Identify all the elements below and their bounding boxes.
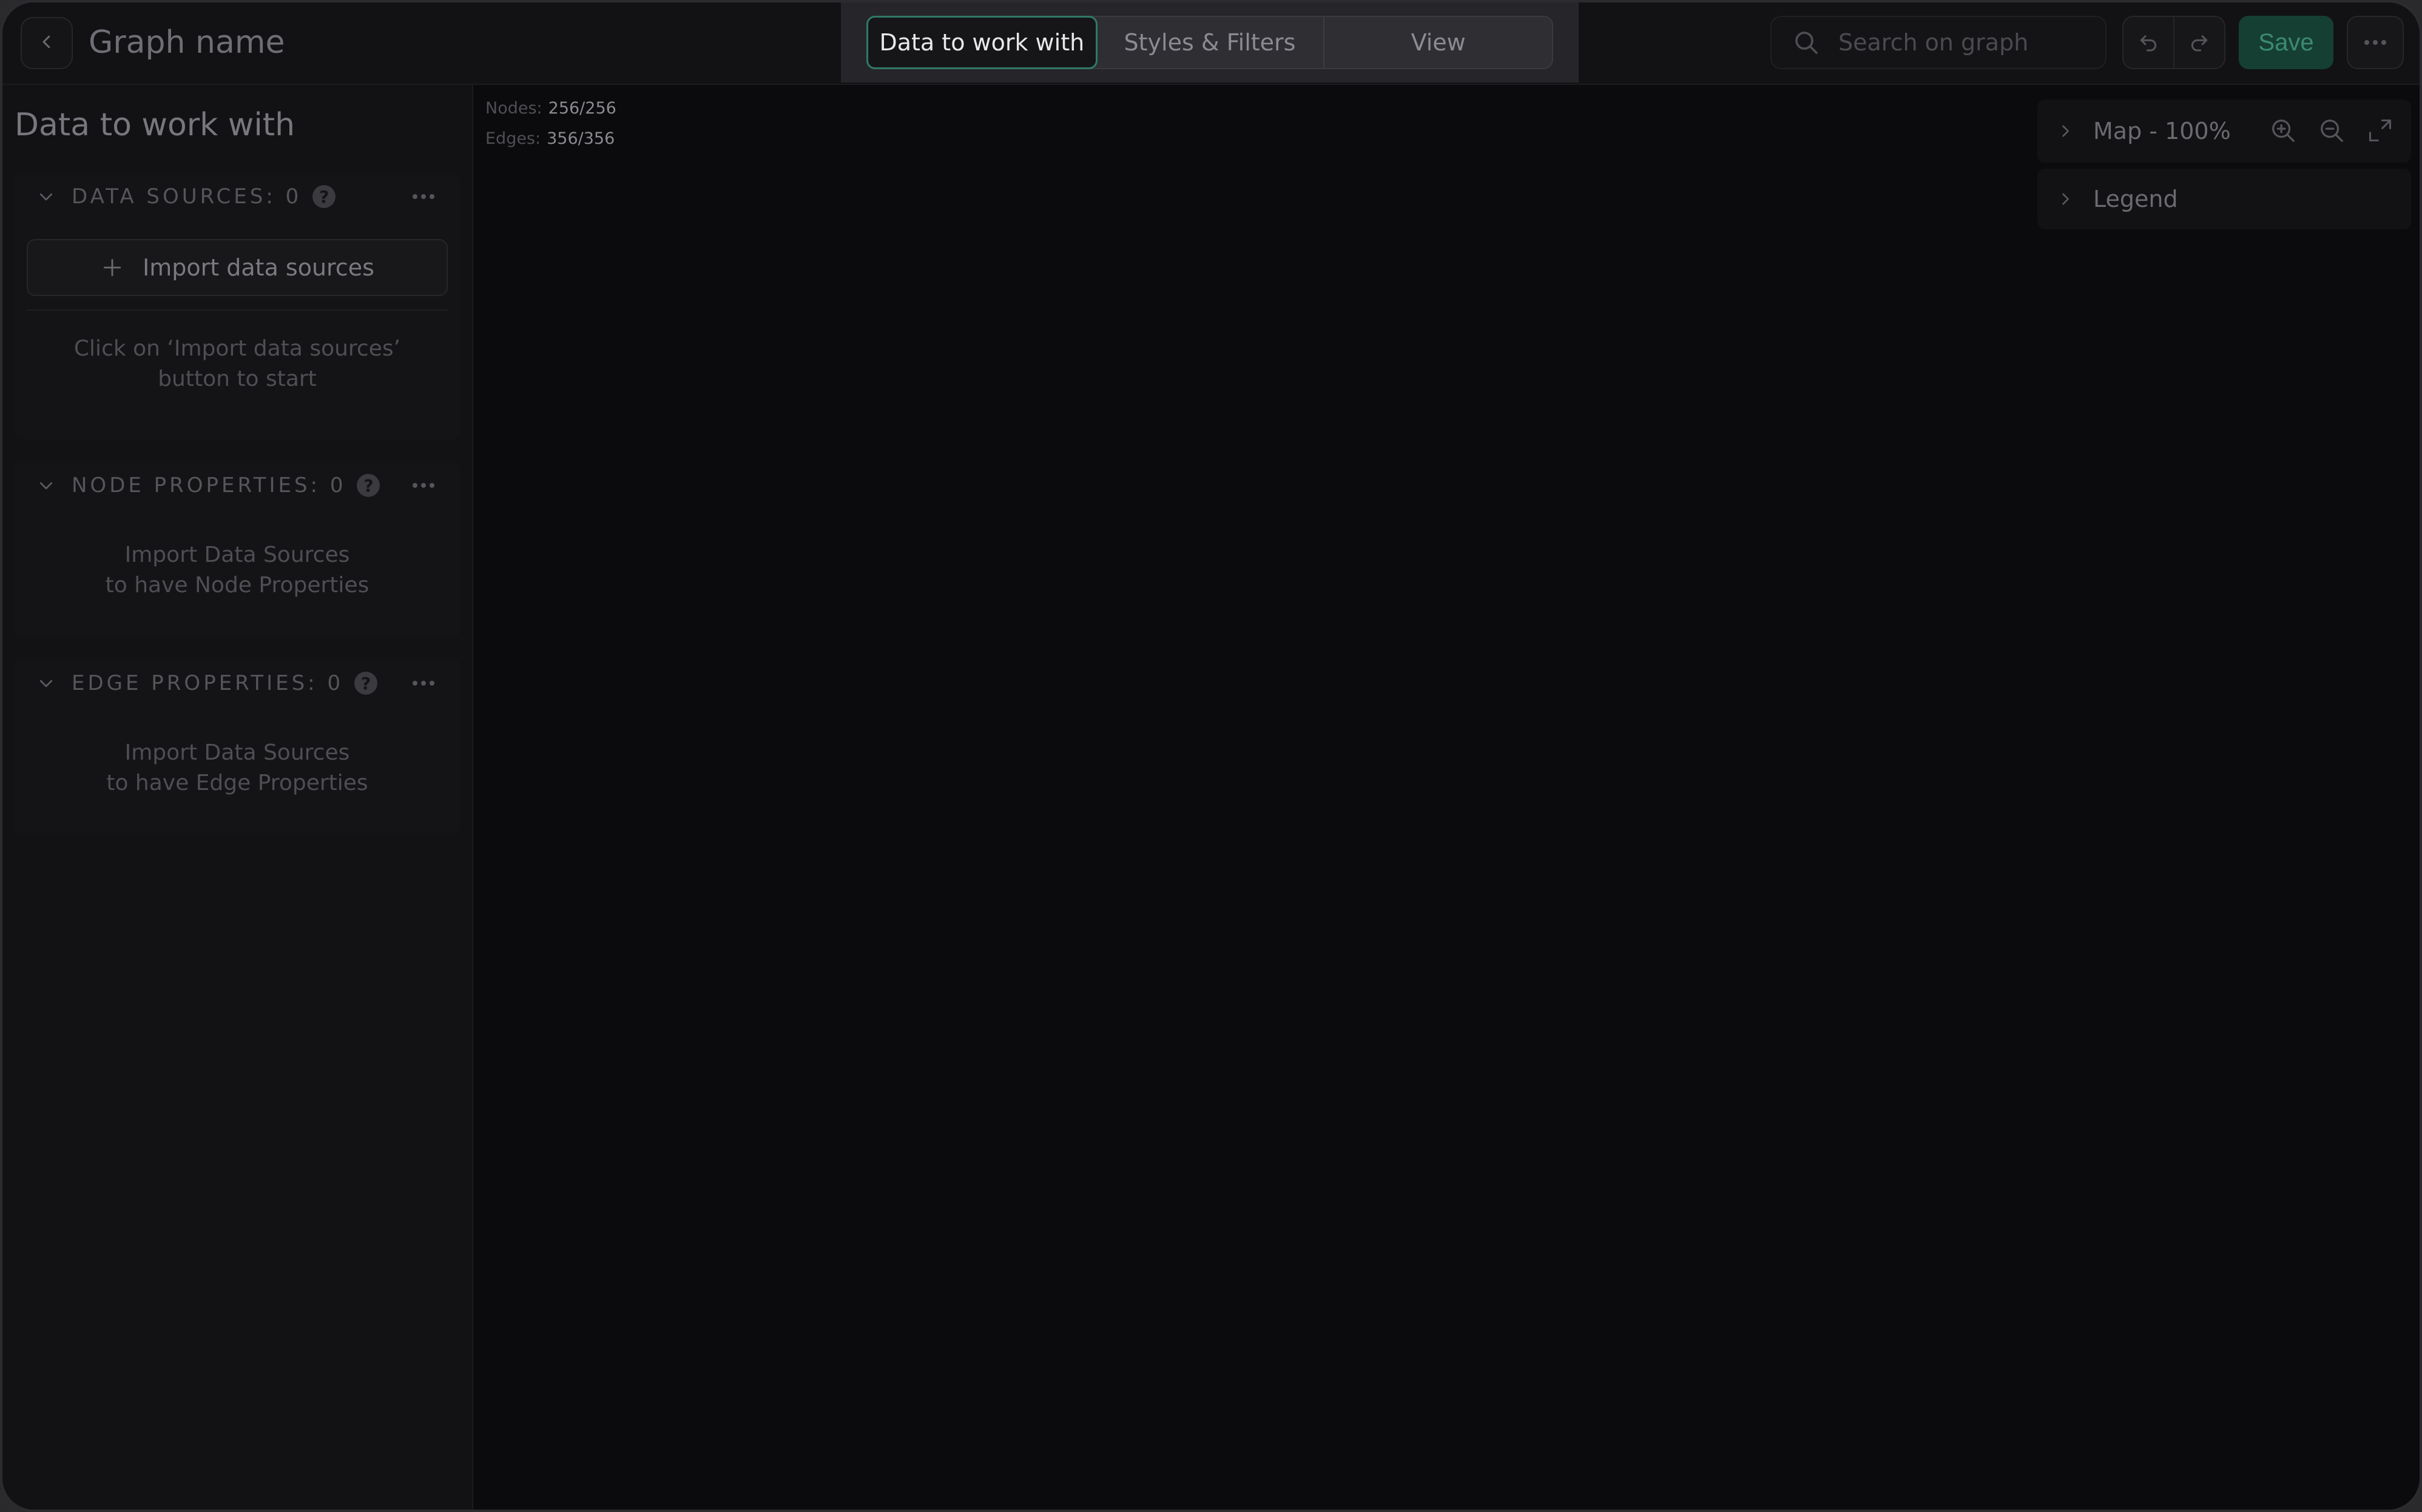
- nodes-label: Nodes:: [485, 99, 542, 118]
- node-properties-header[interactable]: NODE PROPERTIES: 0 ?: [15, 461, 460, 510]
- data-sources-header[interactable]: DATA SOURCES: 0 ?: [15, 172, 460, 221]
- graph-stats: Nodes: 256/256 Edges: 356/356: [485, 93, 616, 154]
- edge-properties-hint-line2: to have Edge Properties: [106, 771, 368, 795]
- data-sources-hint: Click on ‘Import data sources’ button to…: [73, 336, 401, 391]
- data-sources-panel: DATA SOURCES: 0 ? Import data sources Cl…: [15, 172, 460, 439]
- plus-icon: [100, 255, 124, 280]
- search-icon: [1790, 26, 1823, 59]
- tab-data-to-work-with[interactable]: Data to work with: [866, 16, 1098, 69]
- tabs-container: Data to work with Styles & Filters View: [841, 2, 1579, 83]
- help-icon[interactable]: ?: [312, 185, 336, 208]
- edge-properties-hint-line1: Import Data Sources: [124, 740, 350, 765]
- edges-value: 356/356: [547, 129, 615, 148]
- app-window: Graph name Data to work with Styles & Fi…: [0, 0, 2422, 1512]
- help-icon[interactable]: ?: [354, 672, 378, 695]
- top-bar: Graph name Data to work with Styles & Fi…: [2, 2, 2420, 85]
- map-label[interactable]: Map - 100%: [2093, 118, 2231, 144]
- tab-view[interactable]: View: [1324, 17, 1552, 68]
- tab-styles-filters[interactable]: Styles & Filters: [1096, 17, 1325, 68]
- edge-properties-hint: Import Data Sources to have Edge Propert…: [39, 738, 436, 798]
- more-horizontal-icon: [413, 194, 434, 199]
- zoom-in-icon[interactable]: [2268, 115, 2298, 146]
- graph-title[interactable]: Graph name: [89, 21, 285, 64]
- node-properties-hint: Import Data Sources to have Node Propert…: [39, 540, 436, 601]
- help-icon[interactable]: ?: [357, 474, 380, 497]
- more-horizontal-icon: [2363, 37, 2387, 49]
- more-menu-button[interactable]: [2347, 16, 2404, 69]
- edges-stat: Edges: 356/356: [485, 124, 616, 154]
- redo-icon: [2187, 29, 2211, 56]
- redo-button[interactable]: [2174, 17, 2224, 68]
- save-button[interactable]: Save: [2239, 16, 2333, 69]
- node-properties-label: NODE PROPERTIES: 0: [72, 473, 346, 498]
- node-properties-more-button[interactable]: [405, 473, 442, 498]
- undo-icon: [2136, 29, 2161, 56]
- chevron-down-icon: [34, 671, 58, 695]
- data-sources-label: DATA SOURCES: 0: [72, 184, 302, 209]
- chevron-right-icon[interactable]: [2053, 187, 2077, 211]
- node-properties-panel: NODE PROPERTIES: 0 ? Import Data Sources…: [15, 461, 460, 637]
- divider: [27, 309, 448, 311]
- edge-properties-more-button[interactable]: [405, 671, 442, 695]
- node-properties-hint-line1: Import Data Sources: [124, 542, 350, 567]
- import-data-sources-label: Import data sources: [143, 254, 374, 281]
- chevron-down-icon: [34, 184, 58, 209]
- fullscreen-icon[interactable]: [2365, 115, 2395, 146]
- undo-button[interactable]: [2123, 17, 2174, 68]
- search-input[interactable]: [1837, 29, 2082, 56]
- back-button[interactable]: [21, 17, 73, 69]
- history-controls: [2122, 16, 2225, 69]
- import-data-sources-button[interactable]: Import data sources: [27, 239, 448, 296]
- chevron-down-icon: [34, 473, 58, 498]
- sidebar: Data to work with DATA SOURCES: 0 ? Impo…: [2, 85, 473, 1510]
- edge-properties-label: EDGE PROPERTIES: 0: [72, 671, 344, 695]
- zoom-tools: [2268, 115, 2395, 146]
- zoom-out-icon[interactable]: [2316, 115, 2347, 146]
- legend-panel[interactable]: Legend: [2037, 169, 2411, 229]
- graph-canvas[interactable]: Nodes: 256/256 Edges: 356/356 Map - 100%: [473, 85, 2420, 1510]
- edges-label: Edges:: [485, 129, 541, 148]
- map-panel: Map - 100%: [2037, 100, 2411, 163]
- chevron-right-icon[interactable]: [2053, 119, 2077, 143]
- nodes-value: 256/256: [548, 99, 616, 118]
- legend-label: Legend: [2093, 186, 2178, 212]
- node-properties-hint-line2: to have Node Properties: [105, 573, 369, 598]
- tab-bar: Data to work with Styles & Filters View: [866, 16, 1553, 69]
- search-box: [1770, 16, 2107, 69]
- edge-properties-panel: EDGE PROPERTIES: 0 ? Import Data Sources…: [15, 659, 460, 835]
- edge-properties-header[interactable]: EDGE PROPERTIES: 0 ?: [15, 659, 460, 707]
- nodes-stat: Nodes: 256/256: [485, 93, 616, 124]
- data-sources-more-button[interactable]: [405, 184, 442, 209]
- chevron-left-icon: [38, 33, 56, 53]
- sidebar-title: Data to work with: [15, 107, 295, 143]
